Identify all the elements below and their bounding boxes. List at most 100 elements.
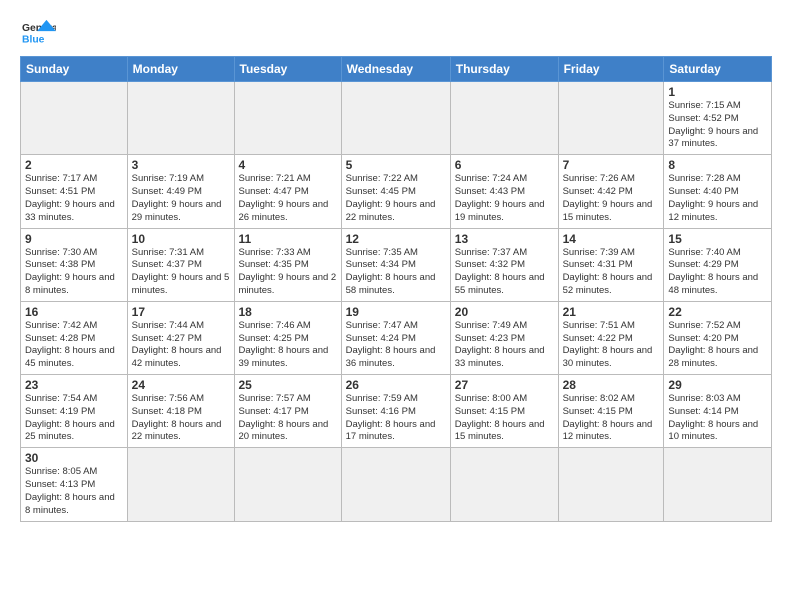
day-number: 22 bbox=[668, 305, 767, 319]
calendar-cell bbox=[450, 448, 558, 521]
day-info: Sunrise: 7:26 AM Sunset: 4:42 PM Dayligh… bbox=[563, 173, 660, 224]
calendar-cell: 25Sunrise: 7:57 AM Sunset: 4:17 PM Dayli… bbox=[234, 375, 341, 448]
day-number: 16 bbox=[25, 305, 123, 319]
calendar-cell: 22Sunrise: 7:52 AM Sunset: 4:20 PM Dayli… bbox=[664, 301, 772, 374]
day-info: Sunrise: 7:44 AM Sunset: 4:27 PM Dayligh… bbox=[132, 320, 230, 371]
day-info: Sunrise: 7:31 AM Sunset: 4:37 PM Dayligh… bbox=[132, 247, 230, 298]
day-info: Sunrise: 7:21 AM Sunset: 4:47 PM Dayligh… bbox=[239, 173, 337, 224]
day-number: 11 bbox=[239, 232, 337, 246]
calendar-cell: 6Sunrise: 7:24 AM Sunset: 4:43 PM Daylig… bbox=[450, 155, 558, 228]
svg-text:Blue: Blue bbox=[22, 34, 45, 45]
calendar-cell: 2Sunrise: 7:17 AM Sunset: 4:51 PM Daylig… bbox=[21, 155, 128, 228]
day-number: 1 bbox=[668, 85, 767, 99]
day-info: Sunrise: 8:03 AM Sunset: 4:14 PM Dayligh… bbox=[668, 393, 767, 444]
calendar-cell bbox=[234, 448, 341, 521]
day-number: 14 bbox=[563, 232, 660, 246]
day-info: Sunrise: 7:22 AM Sunset: 4:45 PM Dayligh… bbox=[346, 173, 446, 224]
day-info: Sunrise: 7:24 AM Sunset: 4:43 PM Dayligh… bbox=[455, 173, 554, 224]
day-number: 9 bbox=[25, 232, 123, 246]
calendar-cell bbox=[558, 82, 664, 155]
day-info: Sunrise: 7:19 AM Sunset: 4:49 PM Dayligh… bbox=[132, 173, 230, 224]
day-info: Sunrise: 7:57 AM Sunset: 4:17 PM Dayligh… bbox=[239, 393, 337, 444]
calendar-cell: 7Sunrise: 7:26 AM Sunset: 4:42 PM Daylig… bbox=[558, 155, 664, 228]
calendar-cell: 5Sunrise: 7:22 AM Sunset: 4:45 PM Daylig… bbox=[341, 155, 450, 228]
calendar-cell: 24Sunrise: 7:56 AM Sunset: 4:18 PM Dayli… bbox=[127, 375, 234, 448]
calendar-cell bbox=[21, 82, 128, 155]
day-number: 12 bbox=[346, 232, 446, 246]
calendar-cell: 1Sunrise: 7:15 AM Sunset: 4:52 PM Daylig… bbox=[664, 82, 772, 155]
day-info: Sunrise: 7:37 AM Sunset: 4:32 PM Dayligh… bbox=[455, 247, 554, 298]
day-info: Sunrise: 7:51 AM Sunset: 4:22 PM Dayligh… bbox=[563, 320, 660, 371]
calendar-week-row: 9Sunrise: 7:30 AM Sunset: 4:38 PM Daylig… bbox=[21, 228, 772, 301]
calendar-cell: 28Sunrise: 8:02 AM Sunset: 4:15 PM Dayli… bbox=[558, 375, 664, 448]
day-number: 28 bbox=[563, 378, 660, 392]
generalblue-logo-icon: General Blue bbox=[20, 18, 56, 50]
weekday-header-row: SundayMondayTuesdayWednesdayThursdayFrid… bbox=[21, 57, 772, 82]
day-info: Sunrise: 7:52 AM Sunset: 4:20 PM Dayligh… bbox=[668, 320, 767, 371]
day-number: 26 bbox=[346, 378, 446, 392]
calendar-week-row: 23Sunrise: 7:54 AM Sunset: 4:19 PM Dayli… bbox=[21, 375, 772, 448]
calendar-cell bbox=[234, 82, 341, 155]
day-number: 5 bbox=[346, 158, 446, 172]
calendar-table: SundayMondayTuesdayWednesdayThursdayFrid… bbox=[20, 56, 772, 522]
day-info: Sunrise: 8:02 AM Sunset: 4:15 PM Dayligh… bbox=[563, 393, 660, 444]
calendar-cell: 20Sunrise: 7:49 AM Sunset: 4:23 PM Dayli… bbox=[450, 301, 558, 374]
calendar-cell bbox=[341, 448, 450, 521]
calendar-cell: 16Sunrise: 7:42 AM Sunset: 4:28 PM Dayli… bbox=[21, 301, 128, 374]
calendar-cell: 15Sunrise: 7:40 AM Sunset: 4:29 PM Dayli… bbox=[664, 228, 772, 301]
day-number: 24 bbox=[132, 378, 230, 392]
day-number: 15 bbox=[668, 232, 767, 246]
day-number: 7 bbox=[563, 158, 660, 172]
calendar-cell: 13Sunrise: 7:37 AM Sunset: 4:32 PM Dayli… bbox=[450, 228, 558, 301]
day-number: 27 bbox=[455, 378, 554, 392]
day-info: Sunrise: 7:42 AM Sunset: 4:28 PM Dayligh… bbox=[25, 320, 123, 371]
weekday-header-sunday: Sunday bbox=[21, 57, 128, 82]
day-info: Sunrise: 8:00 AM Sunset: 4:15 PM Dayligh… bbox=[455, 393, 554, 444]
weekday-header-tuesday: Tuesday bbox=[234, 57, 341, 82]
calendar-cell: 17Sunrise: 7:44 AM Sunset: 4:27 PM Dayli… bbox=[127, 301, 234, 374]
calendar-cell: 18Sunrise: 7:46 AM Sunset: 4:25 PM Dayli… bbox=[234, 301, 341, 374]
calendar-week-row: 16Sunrise: 7:42 AM Sunset: 4:28 PM Dayli… bbox=[21, 301, 772, 374]
calendar-cell: 23Sunrise: 7:54 AM Sunset: 4:19 PM Dayli… bbox=[21, 375, 128, 448]
day-info: Sunrise: 7:39 AM Sunset: 4:31 PM Dayligh… bbox=[563, 247, 660, 298]
day-number: 30 bbox=[25, 451, 123, 465]
calendar-cell bbox=[664, 448, 772, 521]
day-number: 6 bbox=[455, 158, 554, 172]
calendar-cell: 29Sunrise: 8:03 AM Sunset: 4:14 PM Dayli… bbox=[664, 375, 772, 448]
day-number: 13 bbox=[455, 232, 554, 246]
header: General Blue bbox=[20, 18, 772, 50]
day-number: 19 bbox=[346, 305, 446, 319]
day-number: 17 bbox=[132, 305, 230, 319]
day-number: 29 bbox=[668, 378, 767, 392]
day-info: Sunrise: 7:59 AM Sunset: 4:16 PM Dayligh… bbox=[346, 393, 446, 444]
calendar-cell bbox=[127, 448, 234, 521]
day-info: Sunrise: 7:15 AM Sunset: 4:52 PM Dayligh… bbox=[668, 100, 767, 151]
day-number: 23 bbox=[25, 378, 123, 392]
calendar-cell: 14Sunrise: 7:39 AM Sunset: 4:31 PM Dayli… bbox=[558, 228, 664, 301]
day-info: Sunrise: 7:28 AM Sunset: 4:40 PM Dayligh… bbox=[668, 173, 767, 224]
day-number: 2 bbox=[25, 158, 123, 172]
calendar-cell: 8Sunrise: 7:28 AM Sunset: 4:40 PM Daylig… bbox=[664, 155, 772, 228]
calendar-cell bbox=[450, 82, 558, 155]
calendar-cell bbox=[558, 448, 664, 521]
weekday-header-thursday: Thursday bbox=[450, 57, 558, 82]
calendar-cell: 21Sunrise: 7:51 AM Sunset: 4:22 PM Dayli… bbox=[558, 301, 664, 374]
day-info: Sunrise: 7:47 AM Sunset: 4:24 PM Dayligh… bbox=[346, 320, 446, 371]
calendar-cell bbox=[127, 82, 234, 155]
day-number: 4 bbox=[239, 158, 337, 172]
calendar-cell: 11Sunrise: 7:33 AM Sunset: 4:35 PM Dayli… bbox=[234, 228, 341, 301]
day-number: 10 bbox=[132, 232, 230, 246]
weekday-header-saturday: Saturday bbox=[664, 57, 772, 82]
day-info: Sunrise: 7:46 AM Sunset: 4:25 PM Dayligh… bbox=[239, 320, 337, 371]
calendar-week-row: 30Sunrise: 8:05 AM Sunset: 4:13 PM Dayli… bbox=[21, 448, 772, 521]
day-number: 18 bbox=[239, 305, 337, 319]
calendar-cell: 9Sunrise: 7:30 AM Sunset: 4:38 PM Daylig… bbox=[21, 228, 128, 301]
calendar-cell: 4Sunrise: 7:21 AM Sunset: 4:47 PM Daylig… bbox=[234, 155, 341, 228]
calendar-week-row: 2Sunrise: 7:17 AM Sunset: 4:51 PM Daylig… bbox=[21, 155, 772, 228]
calendar-cell: 12Sunrise: 7:35 AM Sunset: 4:34 PM Dayli… bbox=[341, 228, 450, 301]
day-info: Sunrise: 7:54 AM Sunset: 4:19 PM Dayligh… bbox=[25, 393, 123, 444]
calendar-cell: 27Sunrise: 8:00 AM Sunset: 4:15 PM Dayli… bbox=[450, 375, 558, 448]
weekday-header-monday: Monday bbox=[127, 57, 234, 82]
calendar-cell: 19Sunrise: 7:47 AM Sunset: 4:24 PM Dayli… bbox=[341, 301, 450, 374]
calendar-cell: 10Sunrise: 7:31 AM Sunset: 4:37 PM Dayli… bbox=[127, 228, 234, 301]
